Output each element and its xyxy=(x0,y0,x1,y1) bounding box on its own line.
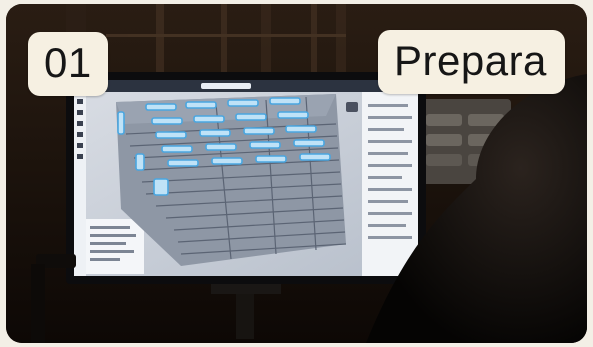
step-number-badge: 01 xyxy=(28,32,108,96)
photo-frame: 01 Prepara xyxy=(6,4,587,343)
step-title-badge: Prepara xyxy=(378,30,565,94)
